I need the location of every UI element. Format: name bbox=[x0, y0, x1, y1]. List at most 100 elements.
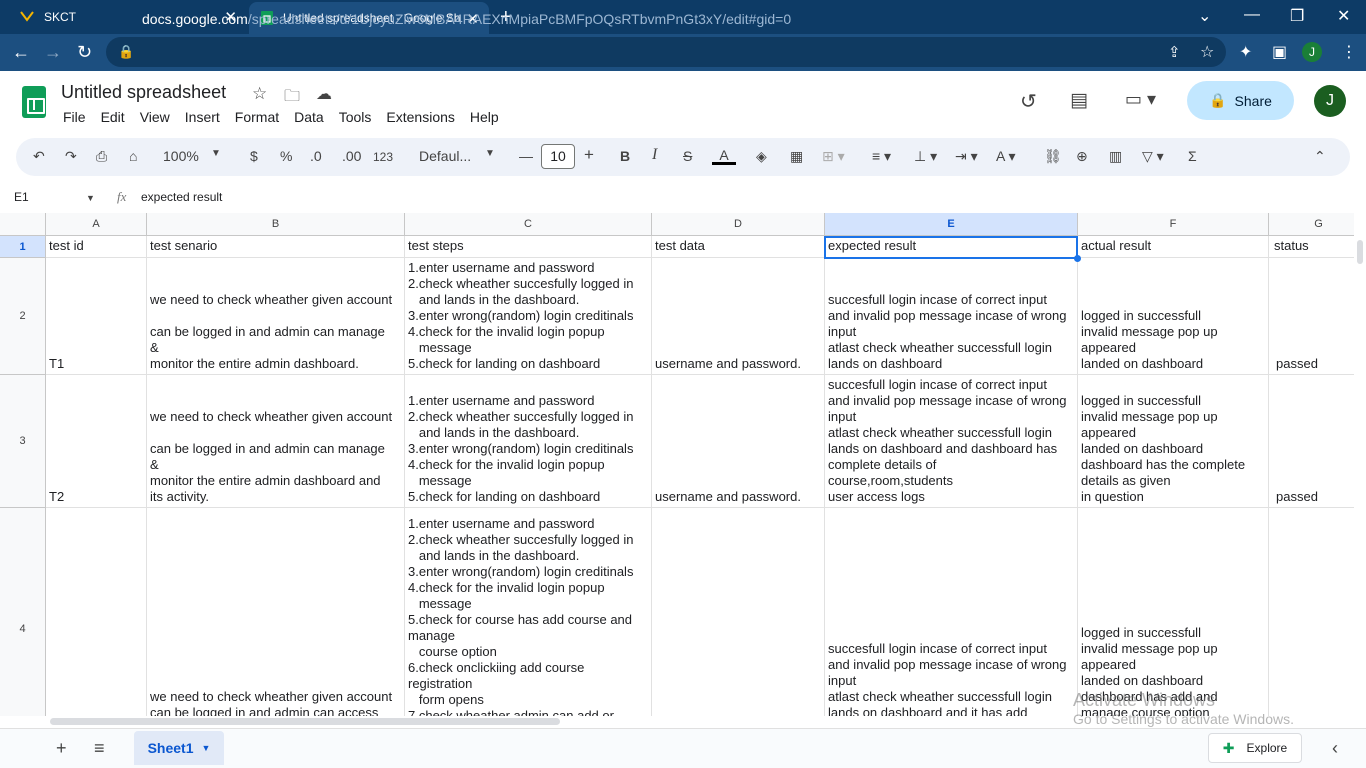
zoom-chevron-icon[interactable]: ▼ bbox=[211, 148, 221, 159]
increase-font-size-icon[interactable]: + bbox=[584, 145, 594, 165]
print-icon[interactable]: ⎙ bbox=[96, 148, 107, 165]
table-cell[interactable] bbox=[46, 508, 147, 716]
currency-format-button[interactable]: $ bbox=[250, 148, 258, 164]
filter-icon[interactable]: ▽ ▾ bbox=[1142, 148, 1164, 165]
name-box[interactable]: E1 bbox=[14, 190, 29, 204]
column-header-b[interactable]: B bbox=[147, 213, 405, 236]
row-header[interactable]: 4 bbox=[0, 508, 46, 716]
borders-icon[interactable]: ▦ bbox=[790, 148, 803, 165]
column-header-g[interactable]: G bbox=[1269, 213, 1354, 236]
table-cell[interactable] bbox=[1269, 508, 1354, 716]
share-button[interactable]: 🔒 Share bbox=[1187, 81, 1294, 120]
side-panel-icon[interactable]: ▣ bbox=[1272, 42, 1287, 62]
table-cell[interactable]: 1.enter username and password 2.check wh… bbox=[405, 258, 652, 375]
font-size-input[interactable]: 10 bbox=[541, 144, 575, 169]
font-family-select[interactable]: Defaul... bbox=[419, 148, 471, 164]
text-wrapping-icon[interactable]: ⇥ ▾ bbox=[955, 148, 978, 165]
table-cell[interactable] bbox=[652, 508, 825, 716]
italic-icon[interactable]: I bbox=[652, 146, 657, 164]
menu-view[interactable]: View bbox=[140, 109, 170, 125]
table-cell[interactable]: test data bbox=[652, 236, 825, 258]
table-cell[interactable]: logged in successfull invalid message po… bbox=[1078, 375, 1269, 508]
menu-edit[interactable]: Edit bbox=[101, 109, 125, 125]
column-header-a[interactable]: A bbox=[46, 213, 147, 236]
table-cell[interactable]: 1.enter username and password 2.check wh… bbox=[405, 375, 652, 508]
fill-color-icon[interactable]: ◈ bbox=[756, 148, 767, 165]
table-cell[interactable]: expected result bbox=[825, 236, 1078, 258]
vertical-scrollbar[interactable] bbox=[1354, 236, 1366, 716]
undo-icon[interactable]: ↶ bbox=[33, 148, 45, 165]
explore-button[interactable]: ✚ Explore bbox=[1208, 733, 1302, 763]
version-history-icon[interactable]: ↺ bbox=[1020, 89, 1037, 114]
menu-extensions[interactable]: Extensions bbox=[386, 109, 454, 125]
add-sheet-icon[interactable]: + bbox=[56, 738, 67, 759]
table-cell[interactable]: passed bbox=[1269, 258, 1354, 375]
merge-cells-icon[interactable]: ⊞ ▾ bbox=[822, 148, 845, 165]
text-color-icon[interactable]: A bbox=[712, 148, 736, 165]
insert-chart-icon[interactable]: ▥ bbox=[1109, 148, 1122, 165]
percent-format-button[interactable]: % bbox=[280, 148, 292, 164]
strikethrough-icon[interactable]: S bbox=[683, 148, 692, 164]
comments-icon[interactable]: ▤ bbox=[1070, 89, 1088, 112]
row-header[interactable]: 2 bbox=[0, 258, 46, 375]
extensions-icon[interactable]: ✦ bbox=[1239, 42, 1252, 62]
table-cell[interactable]: we need to check wheather given account … bbox=[147, 258, 405, 375]
vertical-align-icon[interactable]: ⊥ ▾ bbox=[914, 148, 937, 165]
table-cell[interactable]: test id bbox=[46, 236, 147, 258]
decrease-font-size-icon[interactable]: — bbox=[519, 148, 533, 164]
sheet-tab[interactable]: Sheet1 ▼ bbox=[134, 731, 224, 765]
column-header-e[interactable]: E bbox=[825, 213, 1078, 236]
meet-icon[interactable]: ▭ ▾ bbox=[1125, 89, 1156, 110]
url-text[interactable]: docs.google.com/spreadsheets/d/1UjoyuZlw… bbox=[142, 11, 791, 27]
insert-link-icon[interactable]: ⛓ bbox=[1044, 148, 1062, 165]
horizontal-align-icon[interactable]: ≡ ▾ bbox=[872, 148, 891, 165]
cloud-status-icon[interactable]: ☁ bbox=[316, 84, 332, 104]
bold-icon[interactable]: B bbox=[620, 148, 630, 164]
omnibox[interactable] bbox=[106, 37, 1226, 67]
increase-decimal-button[interactable]: .00 bbox=[342, 148, 361, 164]
table-cell[interactable]: username and password. bbox=[652, 375, 825, 508]
back-icon[interactable]: ← bbox=[12, 42, 30, 63]
column-header-f[interactable]: F bbox=[1078, 213, 1269, 236]
menu-tools[interactable]: Tools bbox=[339, 109, 372, 125]
reload-icon[interactable]: ↻ bbox=[77, 42, 92, 63]
table-cell[interactable]: logged in successfull invalid message po… bbox=[1078, 258, 1269, 375]
table-cell[interactable]: passed bbox=[1269, 375, 1354, 508]
row-header[interactable]: 1 bbox=[0, 236, 46, 258]
collapse-toolbar-icon[interactable]: ⌃ bbox=[1314, 148, 1326, 165]
lock-icon[interactable]: 🔒 bbox=[118, 44, 134, 60]
table-cell[interactable]: logged in successfull invalid message po… bbox=[1078, 508, 1269, 716]
decrease-decimal-button[interactable]: .0 bbox=[310, 148, 322, 164]
vertical-scroll-thumb[interactable] bbox=[1357, 240, 1363, 264]
select-all-corner[interactable] bbox=[0, 213, 46, 236]
menu-file[interactable]: File bbox=[63, 109, 86, 125]
text-rotation-icon[interactable]: A ▾ bbox=[996, 148, 1015, 165]
menu-help[interactable]: Help bbox=[470, 109, 499, 125]
table-cell[interactable]: username and password. bbox=[652, 258, 825, 375]
share-page-icon[interactable]: ⇪ bbox=[1168, 43, 1181, 61]
table-cell[interactable]: succesfull login incase of correct input… bbox=[825, 508, 1078, 716]
bookmark-star-icon[interactable]: ☆ bbox=[1200, 42, 1214, 62]
horizontal-scroll-thumb[interactable] bbox=[50, 718, 560, 725]
all-sheets-icon[interactable]: ≡ bbox=[94, 738, 105, 759]
menu-insert[interactable]: Insert bbox=[185, 109, 220, 125]
row-header[interactable]: 3 bbox=[0, 375, 46, 508]
table-cell[interactable]: T1 bbox=[46, 258, 147, 375]
table-cell[interactable]: succesfull login incase of correct input… bbox=[825, 375, 1078, 508]
sheet-tab-chevron-icon[interactable]: ▼ bbox=[202, 743, 211, 753]
column-header-c[interactable]: C bbox=[405, 213, 652, 236]
table-cell[interactable]: actual result bbox=[1078, 236, 1269, 258]
table-cell[interactable]: we need to check wheather given account … bbox=[147, 508, 405, 716]
table-cell[interactable]: we need to check wheather given account … bbox=[147, 375, 405, 508]
zoom-select[interactable]: 100% bbox=[163, 148, 199, 164]
table-cell[interactable]: succesfull login incase of correct input… bbox=[825, 258, 1078, 375]
side-panel-toggle-icon[interactable]: ‹ bbox=[1332, 738, 1338, 759]
close-window-icon[interactable]: ✕ bbox=[1337, 6, 1350, 26]
table-cell[interactable]: test senario bbox=[147, 236, 405, 258]
menu-data[interactable]: Data bbox=[294, 109, 324, 125]
table-cell[interactable]: T2 bbox=[46, 375, 147, 508]
tab-search-icon[interactable]: ⌄ bbox=[1198, 6, 1211, 26]
forward-icon[interactable]: → bbox=[44, 42, 62, 63]
fill-handle[interactable] bbox=[1074, 255, 1081, 262]
restore-icon[interactable]: ❐ bbox=[1290, 6, 1304, 26]
